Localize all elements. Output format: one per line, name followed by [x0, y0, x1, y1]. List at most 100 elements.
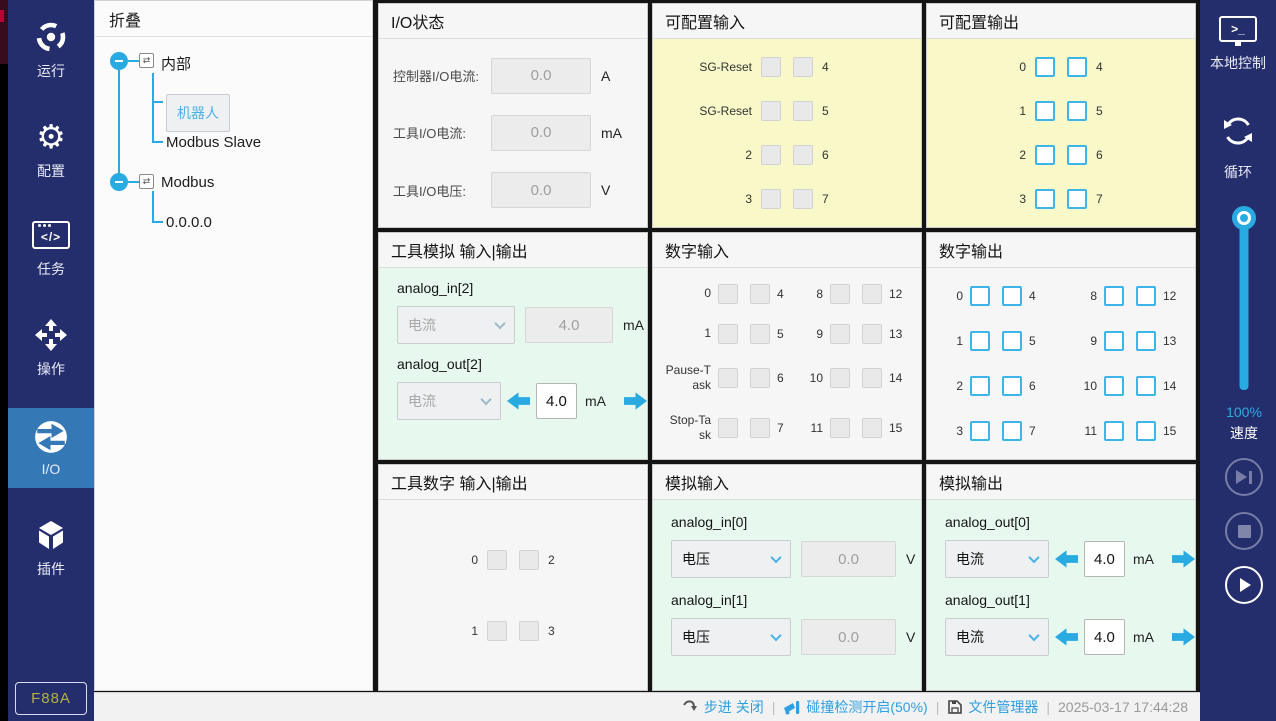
digital-output-checkbox[interactable]: [1136, 421, 1156, 441]
config-output-checkbox[interactable]: [1035, 57, 1055, 77]
config-output-checkbox[interactable]: [1067, 101, 1087, 121]
digital-output-checkbox[interactable]: [970, 421, 990, 441]
digital-output-checkbox[interactable]: [1002, 286, 1022, 306]
digital-output-checkbox[interactable]: [1136, 331, 1156, 351]
config-output-checkbox[interactable]: [1067, 145, 1087, 165]
speed-slider-handle[interactable]: [1232, 206, 1256, 230]
tool-analog-out-value[interactable]: 4.0: [536, 383, 577, 419]
play-button[interactable]: [1225, 566, 1263, 604]
digital-output-checkbox[interactable]: [970, 286, 990, 306]
digital-output-checkbox[interactable]: [1136, 376, 1156, 396]
config-output-label: 2: [940, 148, 1026, 162]
sidebar-item-plugin[interactable]: 插件: [8, 508, 94, 588]
file-manager-icon: [947, 699, 963, 715]
tree-node-internal[interactable]: 内部: [161, 53, 191, 74]
digital-output-checkbox[interactable]: [1002, 376, 1022, 396]
analog-out-1-value[interactable]: 4.0: [1084, 619, 1125, 655]
digital-output-checkbox[interactable]: [1104, 376, 1124, 396]
analog-out-1-label: analog_out[1]: [927, 592, 1195, 608]
chevron-down-icon: [770, 552, 781, 563]
config-output-checkbox[interactable]: [1035, 189, 1055, 209]
panel-tool-analog-io: 工具模拟 输入|输出 analog_in[2] 电流 4.0 mA analog…: [378, 232, 648, 460]
step-forward-button[interactable]: [1225, 458, 1263, 496]
analog-in-1-mode-select[interactable]: 电压: [671, 618, 791, 656]
digital-output-checkbox[interactable]: [1002, 331, 1022, 351]
robot-id-badge[interactable]: F88A: [15, 682, 87, 715]
edge-red-mark: [0, 10, 4, 22]
sidebar-item-io[interactable]: I/O: [8, 408, 94, 488]
config-input-row: SG-Reset 5: [653, 101, 921, 121]
decrease-arrow-button[interactable]: [1055, 550, 1078, 568]
right-sidebar: >_ 本地控制 循环 100% 速度: [1200, 0, 1276, 721]
config-output-checkbox[interactable]: [1067, 189, 1087, 209]
step-mode-status[interactable]: 步进 关闭: [682, 697, 764, 717]
tree-collapse-header[interactable]: 折叠: [95, 1, 372, 37]
digital-output-checkbox[interactable]: [970, 376, 990, 396]
tree-connector: [152, 191, 154, 222]
config-output-checkbox[interactable]: [1067, 57, 1087, 77]
tool-digital-checkbox: [487, 550, 507, 570]
decrease-arrow-button[interactable]: [507, 392, 530, 410]
sidebar-item-operate[interactable]: 操作: [8, 308, 94, 388]
tree-node-modbus[interactable]: Modbus: [161, 174, 214, 191]
analog-out-0-value[interactable]: 4.0: [1084, 541, 1125, 577]
speed-slider-track[interactable]: [1240, 218, 1249, 390]
config-input-checkbox: [793, 57, 813, 77]
local-control-button[interactable]: >_ 本地控制: [1200, 16, 1276, 73]
digital-output-label: 9: [1073, 334, 1097, 348]
sidebar-item-label: I/O: [42, 461, 61, 477]
analog-in-1-value: 0.0: [801, 619, 896, 655]
increase-arrow-button[interactable]: [1172, 550, 1195, 568]
tree-node-ip[interactable]: 0.0.0.0: [166, 214, 212, 231]
tool-analog-in-label: analog_in[2]: [379, 280, 647, 296]
sidebar-item-task[interactable]: </> 任务: [8, 208, 94, 288]
config-input-row: 3 7: [653, 189, 921, 209]
analog-out-0-mode-select[interactable]: 电流: [945, 540, 1049, 578]
tree-node-icon: ⇄: [139, 174, 154, 189]
unit-label: V: [906, 551, 915, 567]
digital-input-label: 10: [799, 371, 823, 385]
digital-input-row: Stop-Task7 1115: [653, 413, 921, 443]
analog-in-0-mode-select[interactable]: 电压: [671, 540, 791, 578]
sidebar-item-label: 运行: [37, 61, 65, 81]
config-output-row: 2 6: [927, 145, 1195, 165]
tree-collapse-toggle-internal[interactable]: [110, 52, 128, 70]
collision-detection-status[interactable]: 碰撞检测开启(50%): [783, 697, 927, 717]
digital-input-label: Pause-Task: [665, 363, 711, 393]
tool-digital-label: 3: [548, 624, 634, 638]
analog-out-1-mode-select[interactable]: 电流: [945, 618, 1049, 656]
file-manager-link[interactable]: 文件管理器: [947, 697, 1038, 717]
left-sidebar: 运行 ⚙ 配置 </> 任务 操作: [8, 0, 94, 721]
skip-bar-icon: [1249, 471, 1252, 484]
separator: |: [1046, 699, 1050, 715]
analog-in-1-label: analog_in[1]: [653, 592, 921, 608]
panel-analog-output: 模拟输出 analog_out[0] 电流 4.0 mA analog_out[…: [926, 464, 1196, 691]
digital-output-checkbox[interactable]: [1104, 421, 1124, 441]
increase-arrow-button[interactable]: [1172, 628, 1195, 646]
tree-node-robot[interactable]: 机器人: [166, 94, 230, 132]
loop-button[interactable]: 循环: [1200, 112, 1276, 182]
tree-node-modbus-slave[interactable]: Modbus Slave: [166, 134, 261, 151]
digital-output-checkbox[interactable]: [1136, 286, 1156, 306]
digital-output-checkbox[interactable]: [1002, 421, 1022, 441]
code-window-icon: </>: [32, 218, 70, 252]
stop-button[interactable]: [1225, 512, 1263, 550]
digital-output-checkbox[interactable]: [970, 331, 990, 351]
sidebar-item-run[interactable]: 运行: [8, 10, 94, 90]
decrease-arrow-button[interactable]: [1055, 628, 1078, 646]
chevron-down-icon: [770, 630, 781, 641]
increase-arrow-button[interactable]: [624, 392, 647, 410]
sidebar-item-config[interactable]: ⚙ 配置: [8, 110, 94, 190]
config-output-checkbox[interactable]: [1035, 145, 1055, 165]
datetime-label: 2025-03-17 17:44:28: [1058, 699, 1188, 715]
config-input-row: 2 6: [653, 145, 921, 165]
unit-label: mA: [585, 393, 606, 409]
digital-output-checkbox[interactable]: [1104, 286, 1124, 306]
digital-output-label: 3: [939, 424, 963, 438]
config-output-checkbox[interactable]: [1035, 101, 1055, 121]
config-input-label: 6: [822, 148, 908, 162]
collision-icon: [783, 699, 801, 715]
tree-collapse-toggle-modbus[interactable]: [110, 173, 128, 191]
gear-icon: ⚙: [36, 120, 66, 154]
digital-output-checkbox[interactable]: [1104, 331, 1124, 351]
